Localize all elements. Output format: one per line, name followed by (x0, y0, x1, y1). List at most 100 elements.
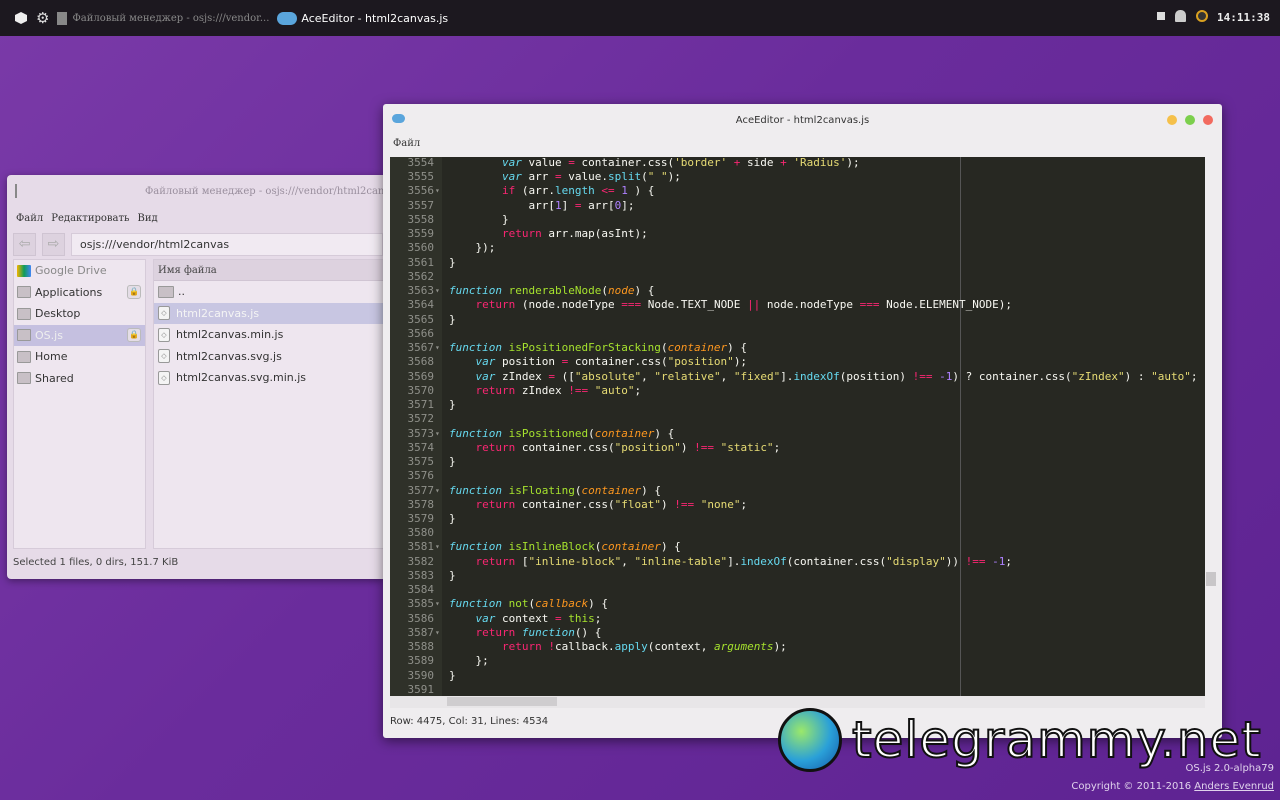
code-token: , (720, 369, 734, 383)
back-button[interactable]: ⇦ (13, 232, 36, 256)
osjs-menu-button[interactable] (14, 11, 28, 25)
code-editor[interactable]: 3554 var value = container.css('border' … (390, 157, 1205, 708)
code-token: "static" (720, 440, 774, 454)
code-token: arr[ (581, 198, 615, 212)
sidebar-item-shared[interactable]: Shared (14, 368, 145, 390)
horizontal-scrollbar[interactable] (390, 696, 1205, 708)
menu-file[interactable]: Файл (393, 138, 420, 149)
code-token: } (449, 568, 456, 582)
code-token: 1 (554, 198, 562, 212)
line-number: 3582 (407, 554, 435, 568)
search-icon[interactable] (1196, 10, 1208, 22)
path-input[interactable]: osjs:///vendor/html2canvas (71, 232, 383, 256)
code-token: container.css( (515, 497, 615, 511)
minimize-button[interactable] (1167, 115, 1177, 125)
line-number: 3588 (407, 640, 435, 654)
code-text: function isInlineBlock(container) { (449, 540, 681, 554)
code-token: + (780, 157, 787, 169)
fold-toggle-icon[interactable]: ▾ (435, 184, 440, 198)
fold-toggle-icon[interactable]: ▾ (435, 341, 440, 355)
code-line: 3587 ▾ return function() { (390, 626, 1205, 640)
google-drive-icon (17, 264, 31, 277)
sidebar-item-home[interactable]: Home (14, 346, 145, 368)
menu-view[interactable]: Вид (137, 213, 157, 224)
fold-toggle-icon[interactable]: ▾ (435, 484, 440, 498)
code-token: (position) (839, 369, 913, 383)
cloud-icon (392, 114, 405, 123)
code-token: container.css( (568, 355, 668, 369)
menu-edit[interactable]: Редактировать (51, 213, 129, 224)
code-token: this (568, 611, 595, 625)
code-token: return (501, 640, 542, 654)
code-token: "position" (614, 440, 681, 454)
code-line: 3582 return ["inline-block", "inline-tab… (390, 555, 1205, 569)
menu-file[interactable]: Файл (16, 213, 43, 224)
code-line: 3570 return zIndex !== "auto"; (390, 384, 1205, 398)
code-token: arr (521, 170, 555, 184)
code-token: ); (733, 355, 748, 369)
code-line: 3563 ▾ function renderableNode(node) { (390, 284, 1205, 298)
code-token: ( (660, 341, 668, 355)
line-number: 3590 (407, 668, 435, 682)
file-list: Имя файла .. ◇ html2canvas.js ◇ html2canvas.… (153, 259, 383, 549)
file-row[interactable]: ◇ html2canvas.svg.min.js (154, 367, 383, 389)
code-token: "absolute" (574, 369, 642, 383)
sidebar-item-google-drive[interactable]: Google Drive (14, 260, 145, 282)
code-token: isInlineBlock (508, 540, 595, 554)
ace-editor-titlebar[interactable]: AceEditor - html2canvas.js (383, 104, 1222, 137)
fold-toggle-icon[interactable]: ▾ (435, 540, 440, 554)
code-text: } (449, 256, 456, 270)
code-token: ; (1005, 554, 1012, 568)
code-token: [ (515, 554, 529, 568)
file-name: html2canvas.min.js (176, 328, 284, 342)
code-token: var (501, 170, 522, 184)
file-manager-titlebar[interactable]: Файловый менеджер - osjs:///vendor/html2… (7, 175, 383, 207)
column-header-filename[interactable]: Имя файла (154, 260, 383, 281)
code-token: ( (588, 426, 595, 440)
scroll-thumb[interactable] (447, 697, 557, 706)
settings-button[interactable]: ⚙ (36, 9, 49, 27)
user-icon[interactable] (1175, 10, 1186, 22)
fold-toggle-icon[interactable]: ▾ (435, 626, 440, 640)
fold-toggle-icon[interactable]: ▾ (435, 597, 440, 611)
code-text: var context = this; (449, 611, 602, 626)
code-token: (container.css( (786, 554, 887, 568)
network-icon[interactable] (1157, 12, 1165, 20)
fold-toggle-icon[interactable]: ▾ (435, 284, 440, 298)
vertical-scrollbar[interactable] (1205, 157, 1217, 708)
code-token: return (475, 497, 516, 511)
code-text: var position = container.css("position")… (449, 355, 748, 369)
taskbar-item-file-manager[interactable]: Файловый менеджер - osjs:///vendor... (57, 11, 269, 25)
copyright: Copyright © 2011-2016 Anders Evenrud (1071, 781, 1274, 792)
code-token: function (449, 426, 502, 440)
system-tray (1157, 10, 1208, 22)
code-token: "inline-table" (634, 554, 728, 568)
file-row[interactable]: .. (154, 281, 383, 303)
sidebar-item-os-js[interactable]: OS.js 🔒 (14, 324, 145, 346)
scroll-thumb[interactable] (1206, 572, 1216, 586)
sidebar-item-desktop[interactable]: Desktop (14, 303, 145, 325)
sidebar-item-label: Applications (35, 285, 103, 299)
code-token: arr.map(asInt); (541, 227, 648, 241)
code-line: 3577 ▾ function isFloating(container) { (390, 484, 1205, 498)
file-row[interactable]: ◇ html2canvas.js (154, 302, 383, 324)
file-row[interactable]: ◇ html2canvas.svg.js (154, 346, 383, 368)
maximize-button[interactable] (1185, 115, 1195, 125)
author-link[interactable]: Anders Evenrud (1194, 781, 1274, 792)
code-text: }); (449, 241, 495, 255)
fold-toggle-icon[interactable]: ▾ (435, 427, 440, 441)
forward-button[interactable]: ⇨ (42, 232, 65, 256)
code-token: ; (773, 440, 781, 454)
taskbar-item-ace-editor[interactable]: AceEditor - html2canvas.js (277, 11, 448, 25)
file-manager-icon (15, 184, 17, 198)
code-token: = (548, 369, 555, 383)
sidebar-item-applications[interactable]: Applications 🔒 (14, 282, 145, 304)
code-token: zIndex (495, 369, 549, 383)
code-token: indexOf (793, 369, 840, 383)
file-row[interactable]: ◇ html2canvas.min.js (154, 324, 383, 346)
close-button[interactable] (1203, 115, 1213, 125)
line-number: 3572 (407, 412, 435, 426)
